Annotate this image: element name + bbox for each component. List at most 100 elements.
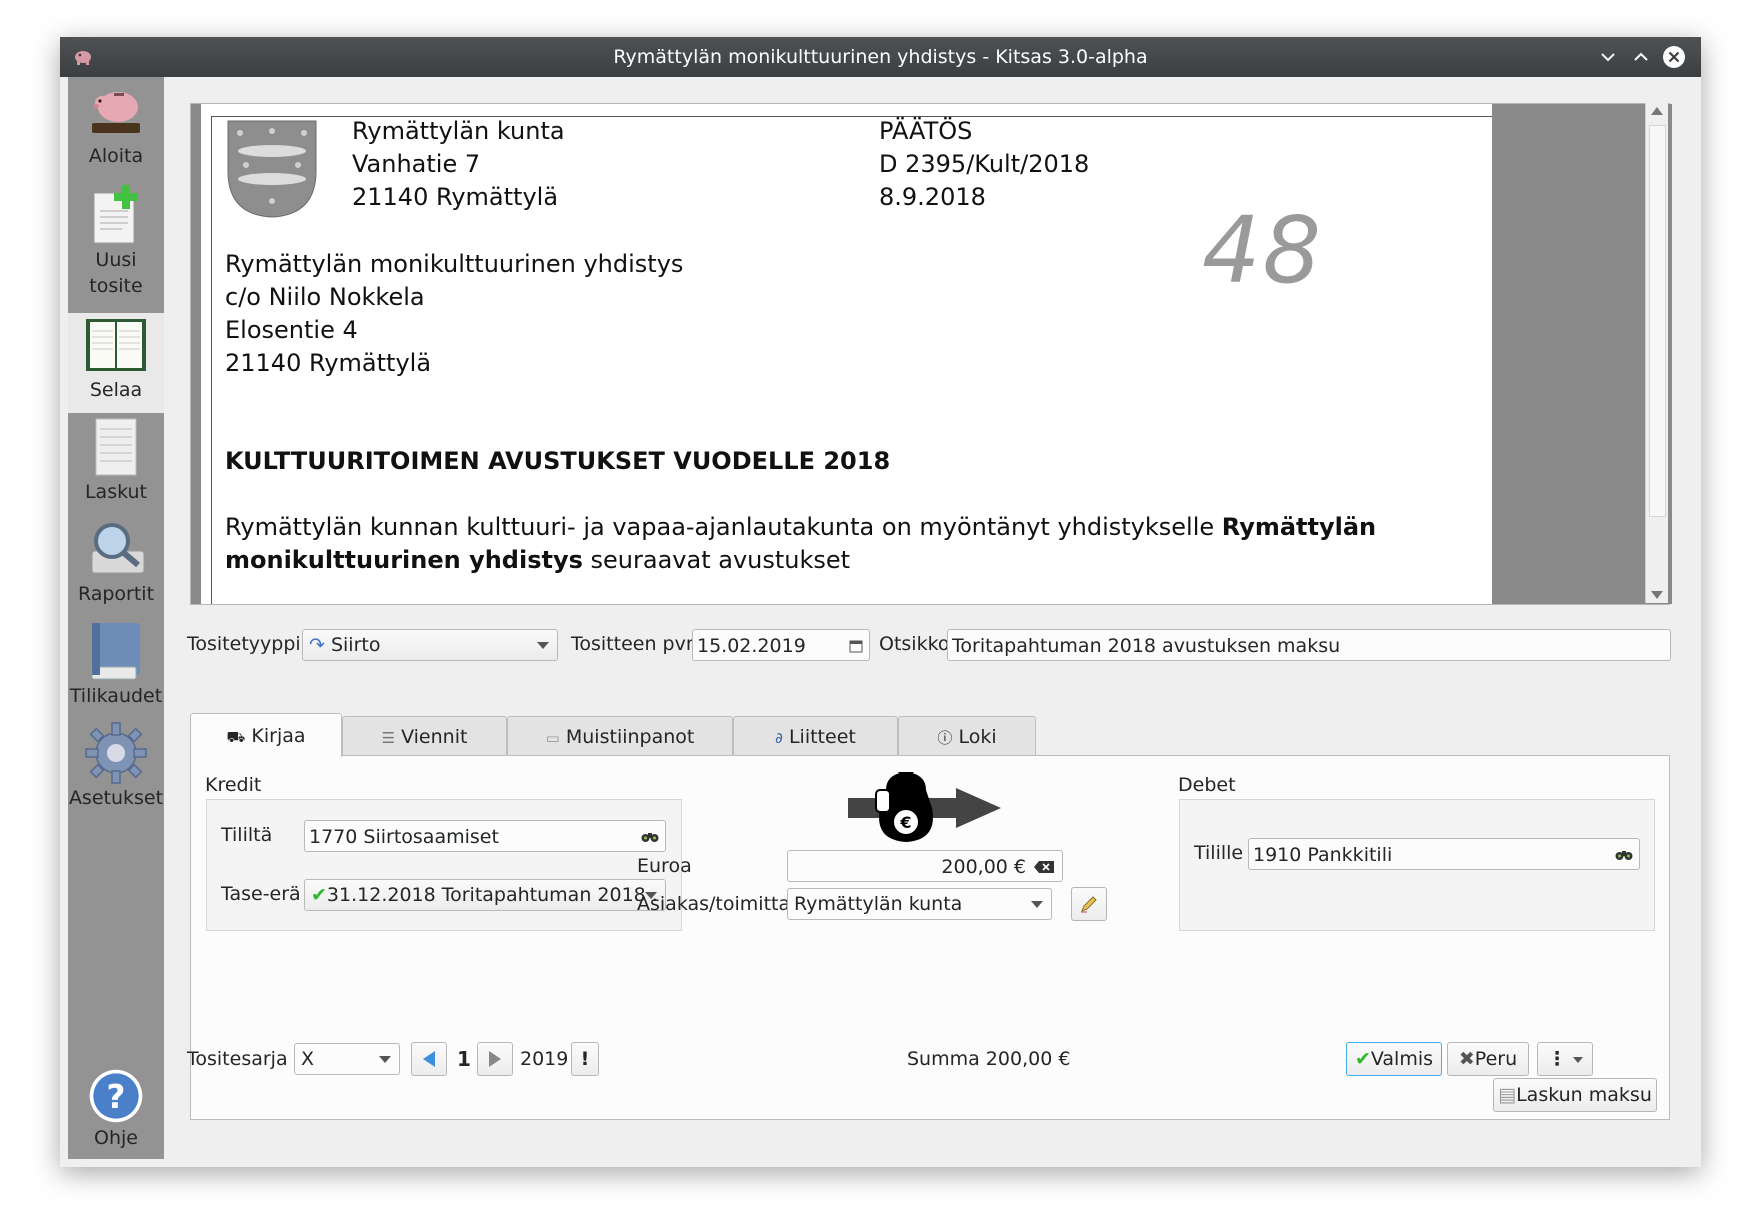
note-icon: ▭ — [545, 729, 560, 747]
previous-voucher-button[interactable] — [411, 1042, 447, 1076]
chevron-down-icon — [1572, 1056, 1583, 1063]
more-vertical-icon: ⋮ — [1547, 1048, 1567, 1070]
voucher-date-label-text: Tositteen pvm — [571, 633, 705, 655]
series-label: Tositesarja — [187, 1048, 288, 1070]
clear-icon[interactable] — [1033, 860, 1055, 874]
tab-loki[interactable]: ⓘ Loki — [898, 716, 1036, 756]
voucher-year: 2019 — [520, 1048, 569, 1070]
to-account-label: Tilille — [1194, 842, 1244, 864]
voucher-number: 1 — [457, 1047, 471, 1071]
warning-button[interactable]: ! — [571, 1042, 599, 1076]
body-text: Rymättylän kunnan kulttuuri- ja vapaa-aj… — [225, 513, 1222, 541]
doc-date: 8.9.2018 — [879, 183, 986, 211]
voucher-title-input[interactable]: Toritapahtuman 2018 avustuksen maksu — [947, 629, 1671, 661]
transfer-icon: ↷ — [309, 634, 325, 656]
balance-item-select[interactable]: ✔31.12.2018 Toritapahtuman 2018 . — [304, 879, 666, 911]
document-preview[interactable]: Rymättylän kunta Vanhatie 7 21140 Rymätt… — [190, 103, 1672, 605]
euro-label: Euroa — [637, 855, 692, 877]
coat-of-arms-icon — [227, 120, 317, 218]
calendar-icon[interactable] — [849, 639, 863, 653]
sidebar-item-label: Aloita — [88, 145, 144, 167]
help-icon: ? — [89, 1069, 143, 1123]
tab-label: Viennit — [401, 726, 468, 748]
cancel-button[interactable]: ✖Peru — [1447, 1042, 1529, 1076]
tab-muistiinpanot[interactable]: ▭ Muistiinpanot — [507, 716, 733, 756]
app-window: Rymättylän monikulttuurinen yhdistys - K… — [60, 37, 1701, 1167]
tab-kirjaa[interactable]: ⛟ Kirjaa — [190, 713, 342, 757]
tab-liitteet[interactable]: ∂ Liitteet — [733, 716, 898, 756]
chevron-down-icon — [379, 1056, 391, 1063]
doc-type: PÄÄTÖS — [879, 117, 973, 145]
recipient-city: 21140 Rymättylä — [225, 349, 432, 377]
sidebar-item-label: Tilikaudet — [69, 685, 163, 707]
sidebar-item-raportit[interactable]: Raportit — [68, 517, 164, 617]
gear-icon — [85, 722, 147, 784]
doc-reference: D 2395/Kult/2018 — [879, 150, 1090, 178]
sidebar: Aloita Uusi tosite Selaa Laskut Raportit… — [68, 77, 164, 1159]
sidebar-item-tilikaudet[interactable]: Tilikaudet — [68, 619, 164, 719]
ok-button[interactable]: ✔Valmis — [1346, 1042, 1442, 1076]
sidebar-item-label: Asetukset — [68, 787, 164, 809]
voucher-title-label: Otsikko — [879, 633, 950, 655]
binoculars-icon[interactable] — [1615, 849, 1633, 861]
party-select[interactable]: Rymättylän kunta — [787, 888, 1052, 920]
minimize-button[interactable] — [1596, 45, 1620, 69]
to-account-field[interactable]: 1910 Pankkitili — [1248, 838, 1640, 870]
tab-label: Loki — [958, 726, 997, 748]
sidebar-item-label: Ohje — [94, 1127, 138, 1149]
sidebar-item-label: Selaa — [89, 379, 143, 401]
maximize-button[interactable] — [1629, 45, 1653, 69]
voucher-type-value: Siirto — [330, 634, 381, 656]
sidebar-item-label: Laskut — [84, 481, 148, 503]
scrollbar-thumb[interactable] — [1649, 125, 1666, 517]
balance-item-label: Tase-erä — [221, 883, 301, 905]
svg-text:?: ? — [107, 1078, 126, 1116]
svg-text:€: € — [899, 813, 911, 832]
binoculars-icon[interactable] — [641, 831, 659, 843]
next-voucher-button[interactable] — [477, 1042, 513, 1076]
scroll-up-icon[interactable] — [1651, 107, 1663, 115]
invoice-icon — [95, 418, 137, 476]
tab-viennit[interactable]: ☰ Viennit — [342, 716, 507, 756]
sender-city: 21140 Rymättylä — [352, 183, 559, 211]
sidebar-item-selaa[interactable]: Selaa — [68, 313, 164, 413]
check-icon: ✔ — [1354, 1048, 1371, 1070]
voucher-type-label: Tositetyyppi — [187, 633, 301, 655]
document-page: Rymättylän kunta Vanhatie 7 21140 Rymätt… — [211, 116, 1493, 604]
sidebar-item-laskut[interactable]: Laskut — [68, 415, 164, 515]
money-transfer-arrow-icon: € — [848, 772, 1001, 842]
sidebar-item-asetukset[interactable]: Asetukset — [68, 721, 164, 821]
document-body-line1: Rymättylän kunnan kulttuuri- ja vapaa-aj… — [225, 513, 1376, 541]
cross-icon: ✖ — [1458, 1048, 1475, 1070]
balance-item-value: 31.12.2018 Toritapahtuman 2018 . — [326, 884, 658, 906]
preview-scrollbar[interactable] — [1645, 103, 1668, 603]
kredit-label: Kredit — [205, 774, 262, 796]
document-body-line2: monikulttuurinen yhdistys seuraavat avus… — [225, 546, 850, 574]
from-account-field[interactable]: 1770 Siirtosaamiset — [304, 820, 666, 852]
handwritten-number: 48 — [1202, 197, 1324, 304]
voucher-type-select[interactable]: ↷ Siirto — [302, 629, 558, 661]
party-value: Rymättylän kunta — [794, 893, 963, 915]
paperclip-icon: ∂ — [775, 729, 783, 747]
debet-group: Tilille 1910 Pankkitili — [1179, 799, 1655, 931]
sidebar-item-label: Raportit — [77, 583, 155, 605]
window-title: Rymättylän monikulttuurinen yhdistys - K… — [613, 46, 1148, 68]
sidebar-item-aloita[interactable]: Aloita — [68, 79, 164, 181]
party-label: Asiakas/toimittaja — [637, 893, 808, 915]
recipient-co: c/o Niilo Nokkela — [225, 283, 425, 311]
series-value: X — [301, 1048, 315, 1070]
voucher-title-value: Toritapahtuman 2018 avustuksen maksu — [952, 635, 1341, 657]
close-button[interactable] — [1662, 45, 1686, 69]
invoice-payment-button[interactable]: ▤Laskun maksu — [1493, 1078, 1657, 1112]
sidebar-item-uusi-tosite[interactable]: Uusi tosite — [68, 183, 164, 311]
series-select[interactable]: X — [294, 1043, 400, 1075]
edit-party-button[interactable] — [1071, 887, 1107, 921]
titlebar: Rymättylän monikulttuurinen yhdistys - K… — [60, 37, 1701, 77]
more-menu-button[interactable]: ⋮ — [1537, 1042, 1593, 1076]
magnifier-report-icon — [91, 523, 145, 574]
voucher-date-field[interactable]: 15.02.2019 — [692, 629, 870, 661]
scroll-down-icon[interactable] — [1651, 591, 1663, 599]
euro-amount-field[interactable]: 200,00 € — [787, 850, 1063, 882]
body-text-bold: monikulttuurinen yhdistys — [225, 546, 583, 574]
sidebar-item-ohje[interactable]: ? Ohje — [68, 1067, 164, 1157]
